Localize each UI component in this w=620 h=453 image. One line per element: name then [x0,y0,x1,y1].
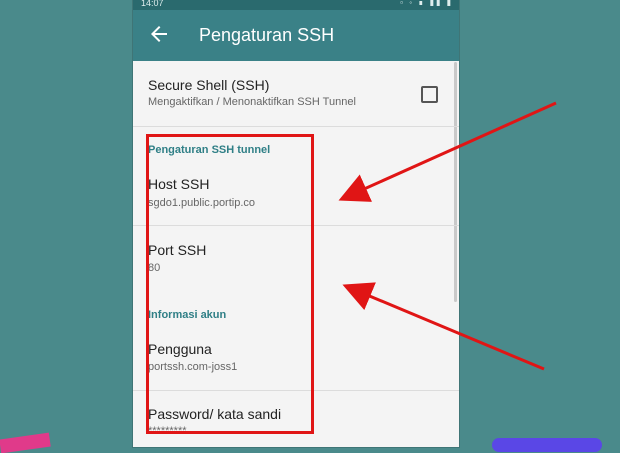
back-arrow-icon[interactable] [147,22,171,46]
ssh-toggle-title: Secure Shell (SSH) [148,77,270,93]
page-title: Pengaturan SSH [199,25,335,45]
decoration-shape [492,438,602,452]
status-icons: ▫ ◦ ∎ ▮▮ ▮ [400,0,453,7]
ssh-checkbox[interactable] [421,86,438,103]
status-time: 14:07 [141,0,164,8]
highlight-box [146,134,314,434]
app-bar: Pengaturan SSH [133,10,459,61]
decoration-shape [0,432,51,453]
divider [133,126,459,127]
scrollbar[interactable] [454,62,457,302]
status-bar: 14:07 ▫ ◦ ∎ ▮▮ ▮ [133,0,459,10]
ssh-toggle-subtitle: Mengaktifkan / Menonaktifkan SSH Tunnel [148,96,356,108]
